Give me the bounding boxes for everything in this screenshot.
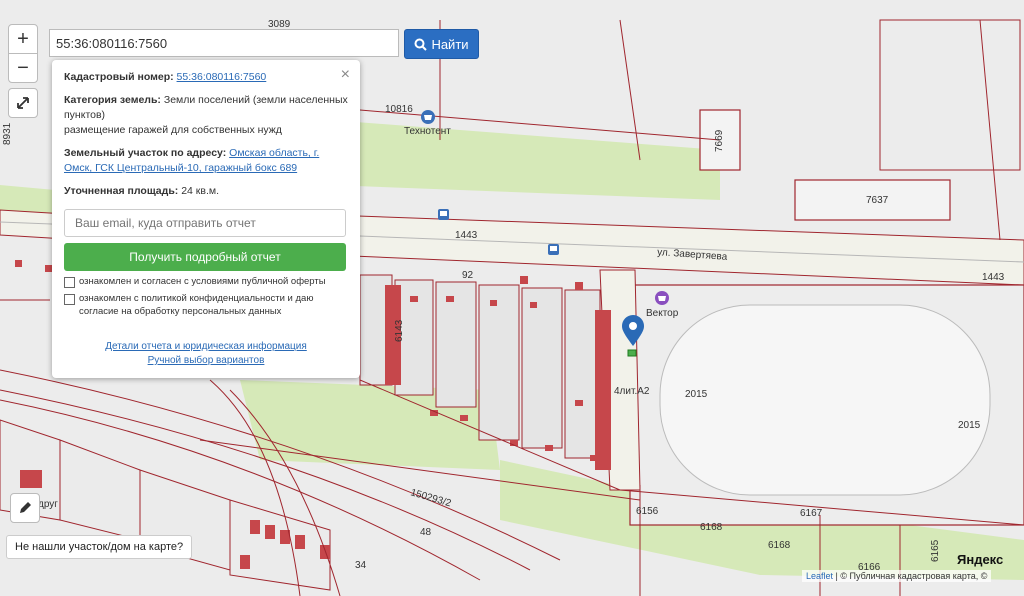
- offer-checkbox[interactable]: [64, 277, 75, 288]
- map-label-vektor: Вектор: [646, 308, 679, 319]
- cadastral-number-link[interactable]: 55:36:080116:7560: [177, 71, 267, 83]
- email-field[interactable]: [64, 209, 346, 237]
- zoom-in-button[interactable]: +: [8, 24, 38, 54]
- area-label: Уточненная площадь:: [64, 185, 179, 197]
- address-row: Земельный участок по адресу: Омская обла…: [64, 146, 348, 176]
- manual-choice-link[interactable]: Ручной выбор вариантов: [148, 355, 265, 366]
- map-label-1443a: 1443: [455, 230, 478, 241]
- fullscreen-button[interactable]: [8, 88, 38, 118]
- area-value: 24 кв.м.: [181, 185, 220, 197]
- search-button-label: Найти: [431, 36, 469, 52]
- panel-links: Детали отчета и юридическая информация Р…: [64, 340, 348, 368]
- fullscreen-icon: [17, 97, 29, 109]
- zoom-out-button[interactable]: −: [8, 53, 38, 83]
- map-label-tehnotent: Технотент: [404, 126, 451, 137]
- cadastral-number-row: Кадастровый номер: 55:36:080116:7560: [64, 70, 348, 85]
- map-label-92: 92: [462, 270, 474, 281]
- attribution-text: | © Публичная кадастровая карта, ©: [835, 571, 988, 581]
- shop-icon[interactable]: [421, 110, 435, 124]
- map-label-7637: 7637: [866, 195, 889, 206]
- map-label-48: 48: [420, 527, 432, 538]
- yandex-logo: Яндекс: [957, 552, 1004, 567]
- land-category-label: Категория земель:: [64, 94, 161, 106]
- map-label-6168a: 6168: [700, 522, 723, 533]
- plot-label: 4лит.А2: [614, 386, 650, 397]
- map-label-6168b: 6168: [768, 540, 791, 551]
- offer-checkbox-label: ознакомлен и согласен с условиями публич…: [79, 276, 326, 287]
- bus-stop-icon[interactable]: [438, 209, 449, 220]
- map-label-6143: 6143: [394, 319, 405, 342]
- bus-stop-icon[interactable]: [548, 244, 559, 255]
- map-label-1443b: 1443: [982, 272, 1005, 283]
- edit-button[interactable]: [10, 493, 40, 523]
- privacy-checkbox-label: ознакомлен с политикой конфиденциальност…: [79, 293, 314, 317]
- report-details-link[interactable]: Детали отчета и юридическая информация: [105, 341, 307, 352]
- privacy-checkbox[interactable]: [64, 294, 75, 305]
- leaflet-link[interactable]: Leaflet: [806, 571, 833, 581]
- cadastral-number-label: Кадастровый номер:: [64, 71, 174, 83]
- map-label-7669: 7669: [714, 129, 725, 152]
- get-report-button[interactable]: Получить подробный отчет: [64, 243, 346, 271]
- map-label-6167: 6167: [800, 508, 823, 519]
- map-label-10816: 10816: [385, 104, 413, 115]
- map-label-34: 34: [355, 560, 367, 571]
- search-button[interactable]: Найти: [404, 29, 479, 59]
- selected-plot[interactable]: [627, 349, 637, 357]
- map-label-6156: 6156: [636, 506, 659, 517]
- land-category-row: Категория земель: Земли поселений (земли…: [64, 93, 348, 138]
- area-row: Уточненная площадь: 24 кв.м.: [64, 184, 348, 199]
- map-label-8931: 8931: [2, 122, 13, 145]
- map-attribution: Leaflet | © Публичная кадастровая карта,…: [802, 570, 992, 582]
- map-label-drug: друг: [38, 499, 58, 510]
- map-label-2015b: 2015: [958, 420, 981, 431]
- land-usage-value: размещение гаражей для собственных нужд: [64, 124, 282, 136]
- parcel-info-panel: × Кадастровый номер: 55:36:080116:7560 К…: [52, 60, 360, 378]
- address-label: Земельный участок по адресу:: [64, 147, 227, 159]
- offer-checkbox-row[interactable]: ознакомлен и согласен с условиями публич…: [64, 275, 348, 288]
- not-found-button[interactable]: Не нашли участок/дом на карте?: [6, 535, 193, 559]
- search-icon: [414, 38, 428, 51]
- map-label-2015a: 2015: [685, 389, 708, 400]
- map-label-6165: 6165: [930, 539, 941, 562]
- pencil-icon: [20, 502, 31, 513]
- search-input[interactable]: [49, 29, 399, 57]
- close-icon[interactable]: ×: [341, 66, 350, 84]
- privacy-checkbox-row[interactable]: ознакомлен с политикой конфиденциальност…: [64, 292, 348, 318]
- shop-icon[interactable]: [655, 291, 669, 305]
